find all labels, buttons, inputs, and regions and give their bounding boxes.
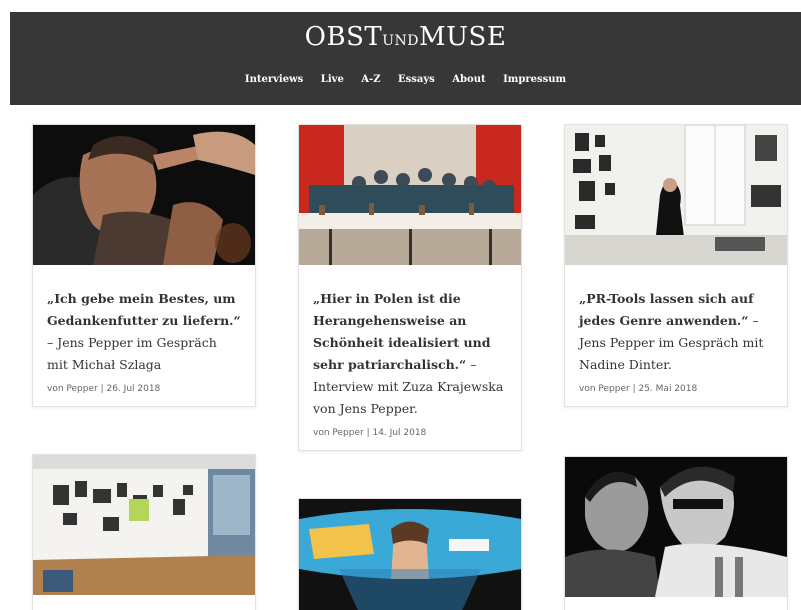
meta-prefix: von — [47, 384, 67, 394]
author-link[interactable]: Pepper — [598, 384, 629, 394]
meta-prefix: von — [313, 428, 333, 438]
logo-text-obst: OBST — [304, 22, 383, 52]
nav-interviews[interactable]: Interviews — [245, 74, 303, 85]
author-link[interactable]: Pepper — [332, 428, 363, 438]
photo-two-men-bw — [565, 457, 787, 597]
post-thumbnail[interactable] — [299, 499, 521, 610]
logo-text-muse: MUSE — [419, 22, 507, 52]
post-thumbnail[interactable] — [565, 457, 787, 597]
site-header: OBSTUNDMUSE Interviews Live A-Z Essays A… — [10, 12, 801, 105]
author-link[interactable]: Pepper — [66, 384, 97, 394]
main-nav: Interviews Live A-Z Essays About Impress… — [10, 74, 801, 85]
post-meta: von Pepper | 14. Jul 2018 — [313, 428, 507, 438]
nav-about[interactable]: About — [452, 74, 485, 85]
post-title[interactable]: „Ich gebe mein Bestes, um Gedankenfutter… — [47, 288, 241, 376]
meta-prefix: von — [579, 384, 599, 394]
nav-live[interactable]: Live — [321, 74, 344, 85]
post-thumbnail[interactable] — [33, 455, 255, 595]
nav-a-z[interactable]: A-Z — [361, 74, 380, 85]
post-title-rest: – Jens Pepper im Gespräch mit Michał Szl… — [47, 335, 217, 372]
post-card: „Ich gebe mein Bestes, um Gedankenfutter… — [32, 124, 256, 407]
nav-impressum[interactable]: Impressum — [503, 74, 566, 85]
post-meta: von Pepper | 26. Jul 2018 — [47, 384, 241, 394]
post-thumbnail[interactable] — [33, 125, 255, 265]
post-title-quote: „Hier in Polen ist die Herangehensweise … — [313, 291, 491, 372]
photo-swimwear — [299, 499, 521, 610]
photo-group-table — [299, 125, 521, 265]
post-title[interactable]: „PR-Tools lassen sich auf jedes Genre an… — [579, 288, 773, 376]
site-logo[interactable]: OBSTUNDMUSE — [10, 22, 801, 52]
post-date: 14. Jul 2018 — [372, 428, 427, 438]
post-card — [32, 454, 256, 610]
post-card — [564, 456, 788, 610]
post-meta: von Pepper | 25. Mai 2018 — [579, 384, 773, 394]
post-thumbnail[interactable] — [299, 125, 521, 265]
logo-text-und: UND — [382, 33, 420, 49]
photo-gallery-room — [33, 455, 255, 595]
post-card: „PR-Tools lassen sich auf jedes Genre an… — [564, 124, 788, 407]
post-card: „Hier in Polen ist die Herangehensweise … — [298, 124, 522, 451]
post-date: 25. Mai 2018 — [638, 384, 698, 394]
photo-men-drinking — [33, 125, 255, 265]
photo-woman-gallery — [565, 125, 787, 265]
post-card — [298, 498, 522, 610]
nav-essays[interactable]: Essays — [398, 74, 435, 85]
post-title-quote: „PR-Tools lassen sich auf jedes Genre an… — [579, 291, 754, 328]
post-thumbnail[interactable] — [565, 125, 787, 265]
post-title-quote: „Ich gebe mein Bestes, um Gedankenfutter… — [47, 291, 241, 328]
post-date: 26. Jul 2018 — [106, 384, 161, 394]
post-title[interactable]: „Hier in Polen ist die Herangehensweise … — [313, 288, 507, 420]
